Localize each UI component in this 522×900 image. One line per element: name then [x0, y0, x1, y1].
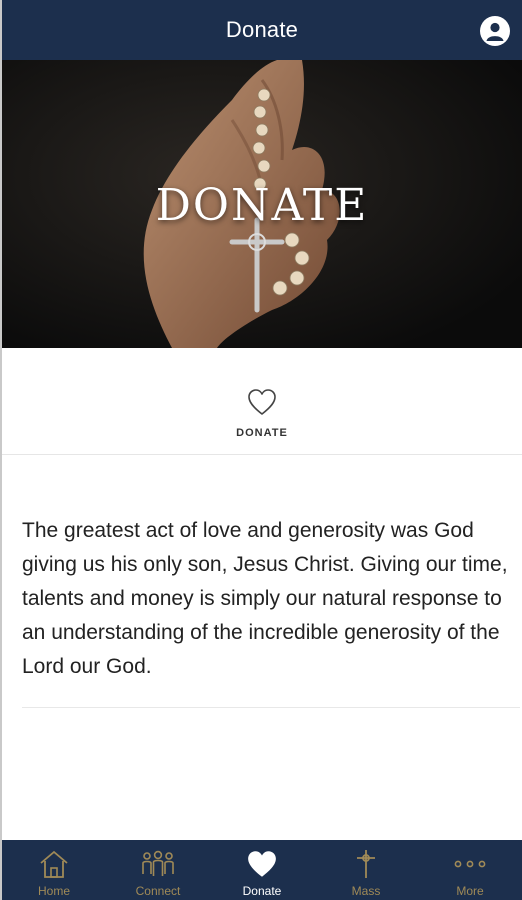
tab-connect-label: Connect [135, 884, 181, 898]
tab-mass[interactable]: Mass [314, 840, 418, 900]
divider [22, 707, 520, 708]
heart-outline-icon [247, 388, 277, 421]
page-title: Donate [225, 17, 299, 42]
tab-donate-label: Donate [242, 884, 282, 898]
tab-home-label: Home [37, 884, 70, 898]
more-dots-icon [453, 844, 487, 884]
top-bar: Donate [2, 0, 522, 60]
tab-mass-label: Mass [351, 884, 381, 898]
tab-more[interactable]: More [418, 840, 522, 900]
tab-connect[interactable]: Connect [106, 840, 210, 900]
people-icon [140, 844, 176, 884]
hero-banner: DONATE [2, 60, 522, 348]
donate-description: The greatest act of love and generosity … [22, 519, 508, 678]
tab-home[interactable]: Home [2, 840, 106, 900]
donate-quick-link[interactable]: DONATE [2, 348, 522, 455]
bottom-tab-bar: Home Connect Donate Mass More [2, 840, 522, 900]
donate-link-label: DONATE [236, 427, 288, 439]
cross-icon [354, 844, 378, 884]
heart-icon [246, 844, 278, 884]
home-icon [38, 844, 70, 884]
user-circle-icon[interactable] [480, 16, 510, 46]
tab-more-label: More [456, 884, 484, 898]
hero-title: DONATE [155, 180, 369, 231]
tab-donate[interactable]: Donate [210, 840, 314, 900]
